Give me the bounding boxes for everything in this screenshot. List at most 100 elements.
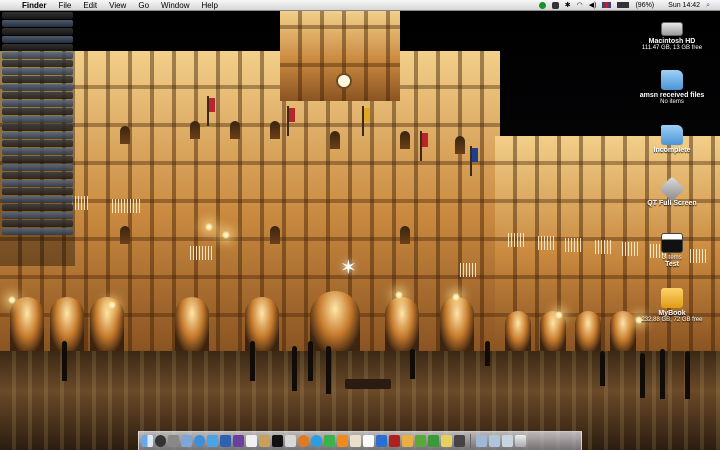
arch (385, 297, 419, 351)
terminal-icon[interactable] (272, 435, 283, 447)
garageband-icon[interactable] (402, 435, 413, 447)
clock-face (336, 73, 352, 89)
battery-percent[interactable]: (96%) (635, 0, 654, 11)
desktop-icon-amsn-received-files[interactable]: amsn received files No items (632, 70, 712, 105)
menu-view[interactable]: View (103, 0, 132, 11)
skype-icon[interactable] (311, 435, 322, 447)
window (120, 226, 130, 244)
festive-lights (595, 240, 611, 254)
widget-row (2, 132, 73, 139)
chess-icon[interactable] (441, 435, 452, 447)
menu-edit[interactable]: Edit (77, 0, 103, 11)
adium-status-icon[interactable] (538, 1, 546, 9)
widget-row (2, 204, 73, 211)
widget-row (2, 28, 73, 35)
window (455, 136, 465, 154)
desktop-icon-macintosh-hd[interactable]: Macintosh HD 111.47 GB, 13 GB free (632, 18, 712, 51)
desktop-icon-mybook[interactable]: MyBook 232.88 GB, 72 GB free (632, 288, 712, 323)
desktop-icon-incomplete[interactable]: Incomplete (632, 125, 712, 154)
address-book-icon[interactable] (259, 435, 270, 447)
wifi-icon[interactable]: ◠ (577, 0, 583, 11)
window (120, 126, 130, 144)
person (62, 341, 67, 381)
folder-icon (661, 70, 683, 90)
menu-help[interactable]: Help (195, 0, 223, 11)
widget-row (2, 116, 73, 123)
festive-lights (565, 238, 581, 252)
imovie-icon[interactable] (233, 435, 244, 447)
safari-icon[interactable] (194, 435, 205, 447)
widget-row (2, 220, 73, 227)
dashboard-icon[interactable] (155, 435, 166, 447)
icon-label: Test (665, 261, 679, 268)
person (600, 351, 605, 386)
preview-icon[interactable] (350, 435, 361, 447)
desktop-icon-qt-full-screen[interactable]: QT Full Screen (632, 176, 712, 207)
window (330, 131, 340, 149)
adium-icon[interactable] (324, 435, 335, 447)
icon-label: Macintosh HD (648, 38, 696, 45)
textedit-icon[interactable] (363, 435, 374, 447)
bluetooth-icon[interactable]: ✱ (565, 0, 571, 11)
applications-folder-icon[interactable] (476, 435, 487, 447)
finder-icon[interactable] (142, 435, 153, 447)
arch (505, 311, 531, 351)
person (685, 351, 690, 399)
skype-status-icon[interactable] (551, 1, 559, 9)
icon-info: 111.47 GB, 13 GB free (641, 45, 703, 51)
icon-info: 232.88 GB, 72 GB free (641, 317, 703, 323)
flag (362, 106, 370, 136)
street-lamp (205, 223, 213, 231)
window (400, 226, 410, 244)
person (326, 346, 331, 394)
arch (575, 311, 601, 351)
person (250, 341, 255, 381)
menu-file[interactable]: File (52, 0, 77, 11)
menubar-clock[interactable]: Sun 14:42 (668, 0, 700, 11)
itunes-store-icon[interactable] (376, 435, 387, 447)
flag (470, 146, 478, 176)
widget-row (2, 92, 73, 99)
system-preferences-icon[interactable] (168, 435, 179, 447)
activity-monitor-icon[interactable] (454, 435, 465, 447)
person (410, 349, 415, 379)
window (230, 121, 240, 139)
documents-folder-icon[interactable] (489, 435, 500, 447)
battery-icon[interactable] (617, 2, 630, 8)
arch (440, 297, 474, 351)
person (660, 349, 665, 399)
icon-label: amsn received files (639, 92, 705, 99)
person (292, 346, 297, 391)
dock-separator (470, 434, 471, 448)
menu-bar: Finder File Edit View Go Window Help ✱ ◠… (0, 0, 720, 11)
utorrent-icon[interactable] (415, 435, 426, 447)
iphoto-icon[interactable] (220, 435, 231, 447)
itunes-icon[interactable] (207, 435, 218, 447)
person (308, 341, 313, 381)
spotlight-icon[interactable]: ⌕ (706, 0, 710, 11)
input-source-flag-icon[interactable] (602, 2, 612, 8)
external-drive-icon (661, 288, 683, 308)
flag (207, 96, 215, 126)
widget-row (2, 108, 73, 115)
trash-icon[interactable] (515, 435, 526, 447)
mail-icon[interactable] (181, 435, 192, 447)
festive-lights (508, 233, 524, 247)
vlc-icon[interactable] (337, 435, 348, 447)
folder-icon (661, 125, 683, 145)
photo-booth-icon[interactable] (389, 435, 400, 447)
desktop-icon-test[interactable]: 3 items Test (632, 233, 712, 268)
person (485, 341, 490, 366)
firefox-icon[interactable] (298, 435, 309, 447)
menu-window[interactable]: Window (155, 0, 195, 11)
menu-go[interactable]: Go (132, 0, 155, 11)
street-lamp (555, 311, 563, 319)
calendar-icon[interactable] (246, 435, 257, 447)
downloads-stack-icon[interactable] (502, 435, 513, 447)
amsn-icon[interactable] (428, 435, 439, 447)
arch (10, 297, 44, 351)
volume-icon[interactable]: ◀) (589, 0, 597, 11)
quicktime-icon[interactable] (285, 435, 296, 447)
app-menu[interactable]: Finder (16, 0, 52, 11)
widget-row (2, 44, 73, 51)
